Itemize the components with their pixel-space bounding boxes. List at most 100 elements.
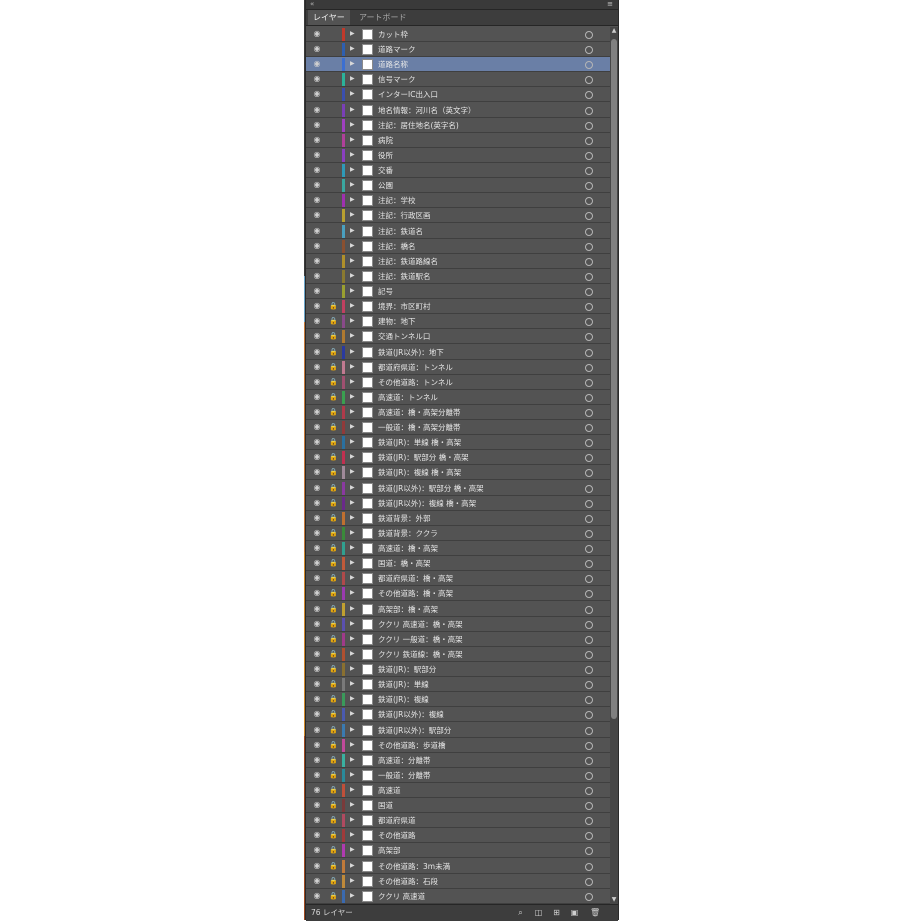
eye-icon[interactable]: ◉ <box>312 120 322 129</box>
layer-row[interactable]: ◉ 🔒 ▶ 都道府県道：橋・高架 <box>306 571 610 587</box>
expand-arrow-icon[interactable]: ▶ <box>350 331 355 341</box>
layer-name[interactable]: その他道路 <box>378 828 578 843</box>
lock-icon[interactable]: 🔒 <box>329 830 338 840</box>
expand-arrow-icon[interactable]: ▶ <box>350 150 355 160</box>
eye-icon[interactable]: ◉ <box>312 211 322 219</box>
layer-name[interactable]: 高速道：トンネル <box>378 390 578 405</box>
target-icon[interactable] <box>585 877 593 886</box>
layer-row[interactable]: ◉ 🔒 ▶ 鉄道背景：外郭 <box>306 510 610 526</box>
target-icon[interactable] <box>585 832 593 841</box>
lock-toggle[interactable] <box>329 210 337 220</box>
layer-row[interactable]: ◉ ▶ カット枠 <box>306 27 610 42</box>
eye-icon[interactable]: ◉ <box>312 891 322 900</box>
layer-name[interactable]: 信号マーク <box>378 72 578 87</box>
target-icon[interactable] <box>585 711 593 720</box>
eye-icon[interactable]: ◉ <box>312 392 322 401</box>
target-icon[interactable] <box>585 590 593 599</box>
expand-arrow-icon[interactable]: ▶ <box>350 452 355 462</box>
expand-arrow-icon[interactable]: ▶ <box>350 528 355 538</box>
target-icon[interactable] <box>585 227 593 236</box>
target-icon[interactable] <box>585 31 593 39</box>
target-icon[interactable] <box>585 242 593 251</box>
target-icon[interactable] <box>585 847 593 856</box>
eye-icon[interactable]: ◉ <box>312 770 322 779</box>
layer-row[interactable]: ◉ 🔒 ▶ 鉄道(JR)：単線 <box>306 677 610 693</box>
new-layer-icon[interactable]: ▣ <box>570 908 579 917</box>
expand-arrow-icon[interactable]: ▶ <box>350 830 355 840</box>
layer-name[interactable]: 鉄道背景：ククラ <box>378 526 578 541</box>
layer-name[interactable]: 鉄道(JR)：複線 橋・高架 <box>378 465 578 480</box>
eye-icon[interactable]: ◉ <box>312 408 322 416</box>
target-icon[interactable] <box>585 378 593 387</box>
target-icon[interactable] <box>585 424 593 433</box>
eye-icon[interactable]: ◉ <box>312 60 322 68</box>
eye-icon[interactable]: ◉ <box>312 876 322 885</box>
lock-toggle[interactable] <box>329 256 337 266</box>
layer-row[interactable]: ◉ 🔒 ▶ 鉄道(JR)：駅部分 橋・高架 <box>306 450 610 466</box>
eye-icon[interactable]: ◉ <box>312 196 322 204</box>
layer-row[interactable]: ◉ 🔒 ▶ 高速道 <box>306 783 610 798</box>
target-icon[interactable] <box>585 499 593 508</box>
layer-row[interactable]: ◉ 🔒 ▶ 鉄道(JR)：駅部分 <box>306 662 610 678</box>
layer-name[interactable]: 国道 <box>378 798 578 813</box>
expand-arrow-icon[interactable]: ▶ <box>350 165 355 175</box>
expand-arrow-icon[interactable]: ▶ <box>350 89 355 99</box>
layer-row[interactable]: ◉ 🔒 ▶ 鉄道(JR以外)：複線 橋・高架 <box>306 495 610 511</box>
layer-name[interactable]: 鉄道背景：外郭 <box>378 511 578 526</box>
lock-icon[interactable]: 🔒 <box>329 573 338 583</box>
eye-icon[interactable]: ◉ <box>312 287 322 295</box>
layer-name[interactable]: 一般道：橋・高架分離帯 <box>378 420 578 435</box>
lock-icon[interactable]: 🔒 <box>329 558 338 568</box>
eye-icon[interactable]: ◉ <box>312 271 322 280</box>
target-icon[interactable] <box>585 771 593 780</box>
expand-arrow-icon[interactable]: ▶ <box>350 316 355 326</box>
expand-arrow-icon[interactable]: ▶ <box>350 105 355 115</box>
layer-row[interactable]: ◉ 🔒 ▶ その他道路：橋・高架 <box>306 586 610 602</box>
layer-row[interactable]: ◉ 🔒 ▶ 鉄道(JR以外)：地下 <box>306 344 610 360</box>
lock-icon[interactable]: 🔒 <box>329 467 338 477</box>
eye-icon[interactable]: ◉ <box>312 166 322 174</box>
eye-icon[interactable]: ◉ <box>312 181 322 189</box>
lock-icon[interactable]: 🔒 <box>329 876 338 886</box>
layer-row[interactable]: ◉ 🔒 ▶ その他道路：石段 <box>306 873 610 889</box>
eye-icon[interactable]: ◉ <box>312 513 322 522</box>
expand-arrow-icon[interactable]: ▶ <box>350 120 355 130</box>
expand-arrow-icon[interactable]: ▶ <box>350 241 355 251</box>
target-icon[interactable] <box>585 257 593 266</box>
target-icon[interactable] <box>585 545 593 554</box>
layer-name[interactable]: インターIC出入口 <box>378 87 578 102</box>
eye-icon[interactable]: ◉ <box>312 135 322 144</box>
eye-icon[interactable]: ◉ <box>312 725 322 734</box>
lock-toggle[interactable] <box>329 74 337 84</box>
eye-icon[interactable]: ◉ <box>312 75 322 83</box>
layer-name[interactable]: 高速道：橋・高架分離帯 <box>378 405 578 420</box>
lock-icon[interactable]: 🔒 <box>329 634 338 644</box>
expand-arrow-icon[interactable]: ▶ <box>350 347 355 357</box>
make-clipping-mask-icon[interactable]: ◫ <box>534 908 543 917</box>
target-icon[interactable] <box>585 862 593 871</box>
layer-name[interactable]: カット枠 <box>378 27 578 42</box>
lock-icon[interactable]: 🔒 <box>329 725 338 735</box>
layer-row[interactable]: ◉ ▶ 注記：橋名 <box>306 238 610 254</box>
target-icon[interactable] <box>585 756 593 765</box>
layer-row[interactable]: ◉ 🔒 ▶ 鉄道(JR以外)：駅部分 <box>306 722 610 738</box>
layer-name[interactable]: 鉄道(JR以外)：地下 <box>378 345 578 360</box>
lock-icon[interactable]: 🔒 <box>329 422 338 432</box>
layer-name[interactable]: 鉄道(JR)：駅部分 <box>378 662 578 677</box>
expand-arrow-icon[interactable]: ▶ <box>350 588 355 598</box>
lock-icon[interactable]: 🔒 <box>329 347 338 357</box>
layer-name[interactable]: 注記：居住地名(英字名) <box>378 118 578 133</box>
target-icon[interactable] <box>585 288 593 297</box>
layer-row[interactable]: ◉ 🔒 ▶ 高架部 <box>306 843 610 859</box>
eye-icon[interactable]: ◉ <box>312 755 322 764</box>
lock-icon[interactable]: 🔒 <box>329 800 338 810</box>
target-icon[interactable] <box>585 212 593 221</box>
target-icon[interactable] <box>585 272 593 281</box>
lock-icon[interactable]: 🔒 <box>329 452 338 462</box>
layer-row[interactable]: ◉ 🔒 ▶ その他道路：歩道橋 <box>306 737 610 753</box>
layer-name[interactable]: 建物：地下 <box>378 314 578 329</box>
layer-row[interactable]: ◉ 🔒 ▶ 都道府県道：トンネル <box>306 359 610 375</box>
eye-icon[interactable]: ◉ <box>312 241 322 250</box>
layer-name[interactable]: 注記：鉄道路線名 <box>378 254 578 269</box>
layer-row[interactable]: ◉ 🔒 ▶ その他道路 <box>306 828 610 844</box>
